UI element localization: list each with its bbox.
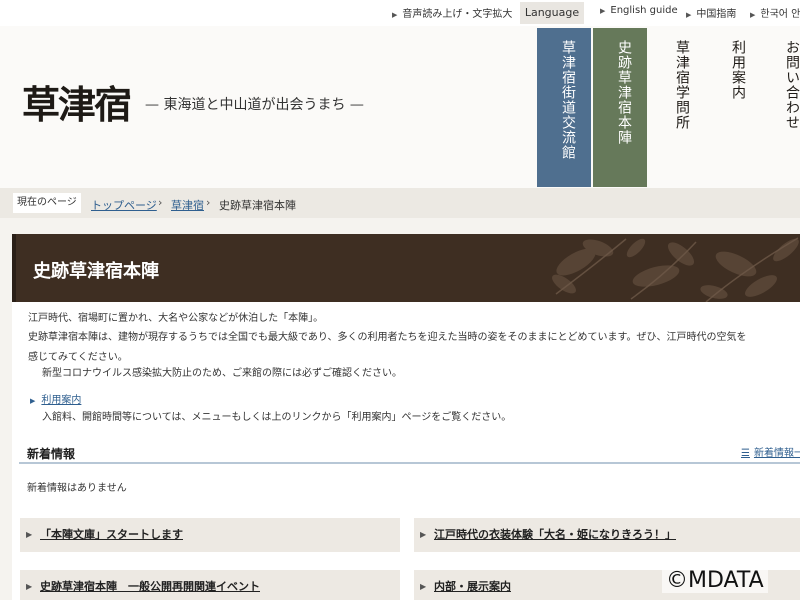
triangle-right-icon: ▶ (420, 530, 427, 539)
triangle-right-icon: ▶ (420, 582, 427, 591)
page-title: 史跡草津宿本陣 (33, 261, 159, 282)
triangle-right-icon: ▶ (600, 7, 606, 15)
card-honjin-bunko[interactable]: ▶ 「本陣文庫」スタートします (20, 518, 400, 552)
triangle-right-icon: ▶ (750, 11, 756, 19)
intro-text: 史跡草津宿本陣は、建物が現存するうちでは全国でも最大級であり、多くの利用者たちを… (28, 332, 747, 343)
triangle-right-icon: ▶ (686, 11, 692, 19)
read-aloud-link[interactable]: ▶ 音声読み上げ・文字拡大 (392, 5, 512, 20)
nav-item-koryukan[interactable]: 草津宿街道交流館 (537, 28, 591, 187)
copyright-watermark: ©MDATA (662, 568, 768, 593)
list-icon: ☰ (741, 448, 750, 459)
breadcrumb-separator: › (158, 196, 163, 209)
utility-bar: ▶ 音声読み上げ・文字拡大 Language ▶ English guide ▶ 中国… (0, 0, 800, 26)
nav-item-gakumonjo[interactable]: 草津宿学問所 (660, 28, 690, 187)
page-title-bar: 史跡草津宿本陣 (12, 234, 800, 302)
usage-guide-link[interactable]: ▶ 利用案内 (30, 391, 81, 406)
intro-text: 感じてみてください。 (28, 352, 128, 363)
triangle-right-icon: ▶ (392, 11, 398, 19)
nav-item-honjin[interactable]: 史跡草津宿本陣 (593, 28, 647, 187)
korean-guide-link[interactable]: ▶ 한국어 안 (750, 5, 800, 20)
leaf-pattern-decoration (552, 237, 799, 302)
card-costume-experience[interactable]: ▶ 江戸時代の衣装体験「大名・姫になりきろう！」 (414, 518, 800, 552)
news-title: 新着情報 (27, 447, 76, 461)
breadcrumb-separator: › (206, 196, 211, 209)
triangle-right-icon: ▶ (26, 530, 33, 539)
nav-item-usage-guide[interactable]: 利用案内 (716, 28, 746, 187)
chinese-guide-link[interactable]: ▶ 中国指南 (686, 5, 736, 20)
news-header: 新着情報 ☰ 新着情報一 (19, 434, 800, 464)
card-reopening-events[interactable]: ▶ 史跡草津宿本陣 一般公開再開関連イベント (20, 570, 400, 600)
intro-text: 江戸時代、宿場町に置かれ、大名や公家などが休泊した「本陣」。 (28, 313, 324, 324)
usage-guide-description: 入館料、開館時間等については、メニューもしくは上のリンクから「利用案内」ページを… (42, 412, 512, 423)
news-empty-message: 新着情報はありません (27, 483, 127, 494)
site-header: 草津宿 — 東海道と中山道が出会うまち — 草津宿街道交流館 史跡草津宿本陣 草… (0, 26, 800, 188)
triangle-right-icon: ▶ (26, 582, 33, 591)
site-tagline: — 東海道と中山道が出会うまち — (145, 97, 364, 113)
breadcrumb-link-kusatsu[interactable]: 草津宿 (171, 197, 204, 213)
breadcrumb-link-top[interactable]: トップページ (91, 197, 157, 213)
english-guide-link[interactable]: ▶ English guide (600, 5, 678, 16)
covid-notice: 新型コロナウイルス感染拡大防止のため、ご来館の際には必ずご確認ください。 (42, 368, 402, 379)
breadcrumb-current-label: 現在のページ (13, 193, 81, 213)
triangle-right-icon: ▶ (30, 397, 36, 405)
language-button[interactable]: Language (520, 2, 584, 24)
nav-item-contact[interactable]: お問い合わせ (770, 28, 800, 187)
breadcrumb: 現在のページ トップページ › 草津宿 › 史跡草津宿本陣 (0, 188, 800, 218)
site-logo[interactable]: 草津宿 (22, 74, 132, 129)
breadcrumb-current-page: 史跡草津宿本陣 (219, 199, 296, 212)
news-list-link[interactable]: ☰ 新着情報一 (741, 444, 800, 459)
